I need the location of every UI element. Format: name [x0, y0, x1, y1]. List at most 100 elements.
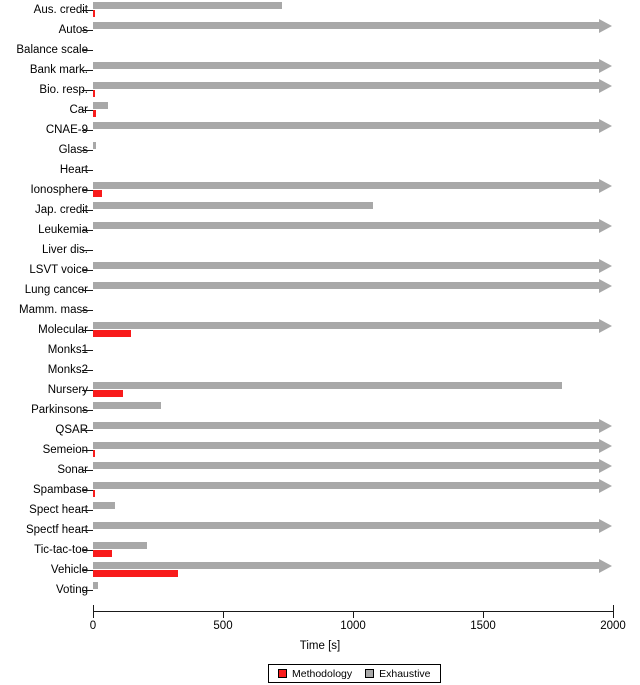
category-label: Autos: [58, 24, 88, 36]
category-label: Bank mark.: [29, 64, 88, 76]
bar-exhaustive: [93, 142, 97, 149]
x-tick-label: 0: [89, 620, 97, 632]
category-label: Spect heart: [29, 504, 88, 516]
category-tick: [82, 389, 93, 391]
chart-row: Autos: [0, 18, 640, 40]
bar-exhaustive-truncated: [93, 522, 599, 529]
x-tick: [613, 611, 615, 618]
legend-item-methodology: Methodology: [278, 668, 352, 680]
bar-overflow-arrow-icon: [599, 18, 612, 33]
legend-item-exhaustive: Exhaustive: [365, 667, 431, 680]
bar-exhaustive: [93, 542, 148, 549]
category-label: Monks2: [47, 364, 88, 376]
bar-methodology: [93, 490, 95, 497]
category-tick: [82, 529, 93, 531]
plot-area: Aus. credit Autos Balance scale Bank mark. B…: [0, 0, 640, 610]
bar-overflow-arrow-icon: [599, 78, 612, 93]
category-tick: [82, 549, 93, 551]
bar-overflow-arrow-icon: [599, 438, 612, 453]
bar-exhaustive-truncated: [93, 422, 599, 429]
bar-exhaustive: [93, 402, 162, 409]
bar-exhaustive-truncated: [93, 322, 599, 329]
x-tick: [93, 611, 95, 618]
x-tick: [223, 611, 225, 618]
x-tick-label: 2000: [600, 620, 626, 632]
x-tick: [353, 611, 355, 618]
category-tick: [82, 49, 93, 51]
category-label: Liver dis.: [41, 244, 88, 256]
chart-row: Parkinsons: [0, 400, 640, 420]
bar-exhaustive-truncated: [93, 282, 599, 289]
category-label: Spambase: [33, 484, 88, 496]
bar-methodology: [93, 570, 179, 577]
bar-exhaustive: [93, 102, 108, 109]
bar-overflow-arrow-icon: [599, 478, 612, 493]
bar-exhaustive: [93, 202, 374, 209]
chart-row: Mamm. mass: [0, 300, 640, 320]
category-tick: [82, 589, 93, 591]
chart-row: Car: [0, 100, 640, 120]
bar-exhaustive-truncated: [93, 182, 599, 189]
bar-exhaustive-truncated: [93, 22, 599, 29]
category-label: Vehicle: [50, 564, 88, 576]
category-label: Glass: [58, 144, 88, 156]
chart-legend: Methodology Exhaustive: [268, 664, 441, 683]
bar-methodology: [93, 110, 96, 117]
chart-row: Tic-tac-toe: [0, 540, 640, 560]
category-label: Ionosphere: [30, 184, 88, 196]
chart-row: Semeion: [0, 438, 640, 460]
bar-exhaustive-truncated: [93, 82, 599, 89]
bar-methodology: [93, 190, 103, 197]
category-tick: [82, 149, 93, 151]
category-label: Jap. credit: [34, 204, 88, 216]
bar-methodology: [93, 390, 123, 397]
category-label: Lung cancer: [24, 284, 88, 296]
category-label: LSVT voice: [29, 264, 88, 276]
bar-overflow-arrow-icon: [599, 58, 612, 73]
category-tick: [82, 89, 93, 91]
category-label: Tic-tac-toe: [34, 544, 88, 556]
category-tick: [82, 429, 93, 431]
category-label: Car: [69, 104, 88, 116]
bar-methodology: [93, 450, 95, 457]
category-tick: [82, 109, 93, 111]
bar-exhaustive-truncated: [93, 562, 599, 569]
bar-exhaustive: [93, 2, 283, 9]
category-tick: [82, 189, 93, 191]
category-tick: [82, 349, 93, 351]
chart-row: Molecular: [0, 318, 640, 340]
chart-row: QSAR: [0, 418, 640, 440]
category-tick: [82, 369, 93, 371]
bar-exhaustive-truncated: [93, 62, 599, 69]
category-label: Molecular: [38, 324, 88, 336]
chart-row: Voting: [0, 580, 640, 600]
category-tick: [82, 329, 93, 331]
category-label: Balance scale: [16, 44, 88, 56]
category-tick: [82, 209, 93, 211]
bar-overflow-arrow-icon: [599, 418, 612, 433]
chart-row: Liver dis.: [0, 240, 640, 260]
chart-row: Aus. credit: [0, 0, 640, 20]
category-label: Sonar: [57, 464, 88, 476]
legend-swatch-exhaustive: [365, 669, 375, 678]
category-tick: [82, 269, 93, 271]
bar-methodology: [93, 10, 96, 17]
x-tick-label: 1000: [340, 620, 366, 632]
category-tick: [82, 229, 93, 231]
chart-row: Monks1: [0, 340, 640, 360]
category-tick: [82, 249, 93, 251]
category-label: QSAR: [55, 424, 88, 436]
bar-exhaustive-truncated: [93, 482, 599, 489]
chart-row: Vehicle: [0, 558, 640, 580]
category-label: Voting: [56, 584, 88, 596]
category-label: Spectf heart: [25, 524, 88, 536]
bar-exhaustive-truncated: [93, 262, 599, 269]
category-tick: [82, 169, 93, 171]
category-tick: [82, 409, 93, 411]
category-tick: [82, 9, 93, 11]
bar-exhaustive: [93, 382, 563, 389]
category-tick: [82, 569, 93, 571]
legend-label-exhaustive: Exhaustive: [379, 667, 431, 680]
chart-row: Lung cancer: [0, 278, 640, 300]
bar-overflow-arrow-icon: [599, 178, 612, 193]
